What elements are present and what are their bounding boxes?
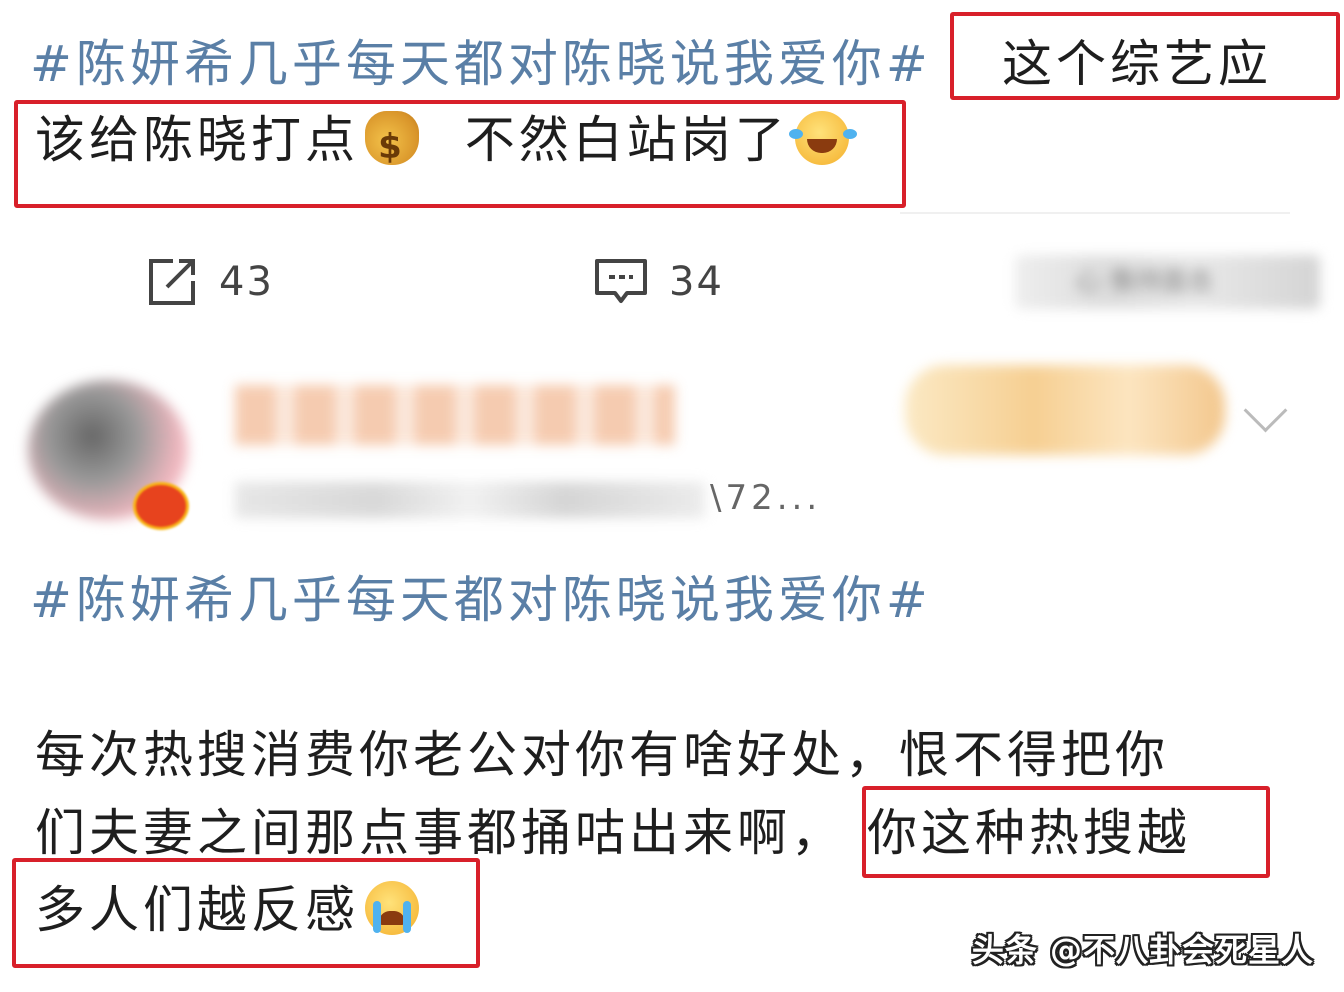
follow-badge-blurred[interactable] <box>905 365 1225 455</box>
comment-icon <box>595 259 647 303</box>
like-label-blurred: 心 像持面击 <box>1075 267 1214 297</box>
username-blurred[interactable] <box>235 385 675 445</box>
like-area-blurred[interactable]: 心 像持面击 <box>1015 255 1320 309</box>
post-action-bar: 43 34 心 像持面击 <box>0 255 1344 319</box>
watermark: 头条 @不八卦会死星人 <box>971 931 1314 969</box>
comment-button[interactable]: 34 <box>593 255 724 309</box>
post2-line1: 每次热搜消费你老公对你有啥好处，恨不得把你 <box>35 726 1169 784</box>
user-meta-blurred <box>235 482 705 518</box>
chevron-down-icon[interactable] <box>1243 388 1288 433</box>
share-count: 43 <box>219 259 274 305</box>
highlight-box-2 <box>14 100 906 208</box>
divider <box>900 212 1290 214</box>
comment-count: 34 <box>669 259 724 305</box>
highlight-box-1 <box>950 12 1340 100</box>
post2-line2-a: 们夫妻之间那点事都捅咕出来啊， <box>35 804 845 862</box>
highlight-box-4 <box>12 858 480 968</box>
post1-topic[interactable]: #陈妍希几乎每天都对陈晓说我爱你# <box>30 34 932 94</box>
share-icon <box>149 259 195 305</box>
user-id-fragment: \72... <box>710 478 822 518</box>
verified-badge-icon <box>133 482 189 530</box>
share-button[interactable]: 43 <box>145 255 274 309</box>
post2-topic[interactable]: #陈妍希几乎每天都对陈晓说我爱你# <box>30 570 932 630</box>
highlight-box-3 <box>862 786 1270 878</box>
